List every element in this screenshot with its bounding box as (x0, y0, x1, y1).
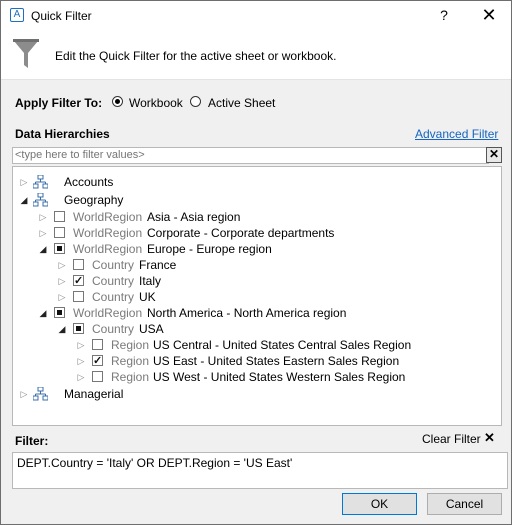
clear-filter-button[interactable]: Clear Filter (422, 432, 481, 446)
clear-filter-icon[interactable]: ✕ (484, 430, 495, 446)
tree-item-managerial[interactable]: ▷ Managerial (13, 386, 493, 402)
tree-item-geography[interactable]: ◢ Geography (13, 192, 493, 208)
expand-arrow-icon[interactable]: ▷ (77, 369, 85, 385)
cancel-button[interactable]: Cancel (427, 493, 502, 515)
active-sheet-radio-label[interactable]: Active Sheet (208, 96, 275, 110)
expand-arrow-icon[interactable]: ▷ (58, 257, 66, 273)
collapse-arrow-icon[interactable]: ◢ (58, 321, 66, 337)
quick-filter-dialog: A Quick Filter ? ✕ Edit the Quick Filter… (0, 0, 512, 525)
dialog-header: Edit the Quick Filter for the active she… (1, 31, 511, 80)
expand-arrow-icon[interactable]: ▷ (77, 353, 85, 369)
tree-item-label: Corporate - Corporate departments (147, 226, 335, 240)
level-label: WorldRegion (73, 210, 143, 224)
tree-checkbox[interactable] (92, 339, 103, 350)
header-description: Edit the Quick Filter for the active she… (55, 49, 337, 63)
tree-item-europe[interactable]: ◢ WorldRegion Europe - Europe region (13, 241, 493, 257)
tree-item-label: Accounts (64, 175, 114, 189)
tree-item-us-east[interactable]: ▷ Region US East - United States Eastern… (13, 353, 493, 369)
tree-checkbox[interactable] (73, 323, 84, 334)
level-label: Country (92, 290, 135, 304)
title-bar: A Quick Filter ? ✕ (1, 1, 511, 31)
level-label: Region (111, 338, 150, 352)
expand-arrow-icon[interactable]: ▷ (58, 289, 66, 305)
tree-item-label: USA (139, 322, 164, 336)
filter-label: Filter: (15, 434, 49, 448)
tree-item-label: US West - United States Western Sales Re… (153, 370, 406, 384)
tree-checkbox[interactable] (54, 227, 65, 238)
data-hierarchies-label: Data Hierarchies (15, 127, 110, 141)
level-label: WorldRegion (73, 306, 143, 320)
tree-item-usa[interactable]: ◢ Country USA (13, 321, 493, 337)
tree-item-label: Managerial (64, 387, 124, 401)
tree-item-asia[interactable]: ▷ WorldRegion Asia - Asia region (13, 209, 493, 225)
expand-arrow-icon[interactable]: ▷ (39, 209, 47, 225)
expand-arrow-icon[interactable]: ▷ (20, 386, 28, 402)
tree-checkbox[interactable] (73, 291, 84, 302)
tree-item-north-america[interactable]: ◢ WorldRegion North America - North Amer… (13, 305, 493, 321)
filter-values-input[interactable] (12, 147, 489, 164)
workbook-radio[interactable] (112, 96, 123, 107)
close-button[interactable]: ✕ (478, 4, 500, 26)
level-label: Region (111, 370, 150, 384)
hierarchy-icon (33, 387, 48, 401)
hierarchy-icon (33, 175, 48, 189)
tree-item-label: US Central - United States Central Sales… (153, 338, 412, 352)
tree-item-label: Asia - Asia region (147, 210, 241, 224)
collapse-arrow-icon[interactable]: ◢ (39, 305, 47, 321)
ok-button[interactable]: OK (342, 493, 417, 515)
funnel-icon (13, 39, 39, 68)
tree-item-us-west[interactable]: ▷ Region US West - United States Western… (13, 369, 493, 385)
tree-item-label: UK (139, 290, 156, 304)
tree-item-label: Europe - Europe region (147, 242, 272, 256)
tree-checkbox[interactable] (73, 259, 84, 270)
help-button[interactable]: ? (433, 4, 455, 26)
tree-item-corporate[interactable]: ▷ WorldRegion Corporate - Corporate depa… (13, 225, 493, 241)
level-label: Region (111, 354, 150, 368)
hierarchy-icon (33, 193, 48, 207)
tree-item-accounts[interactable]: ▷ Accounts (13, 174, 493, 190)
collapse-arrow-icon[interactable]: ◢ (20, 192, 28, 208)
tree-item-label: North America - North America region (147, 306, 347, 320)
level-label: WorldRegion (73, 226, 143, 240)
tree-checkbox[interactable] (73, 273, 84, 289)
tree-checkbox[interactable] (54, 211, 65, 222)
expand-arrow-icon[interactable]: ▷ (39, 225, 47, 241)
expand-arrow-icon[interactable]: ▷ (77, 337, 85, 353)
app-icon: A (10, 8, 24, 22)
level-label: WorldRegion (73, 242, 143, 256)
level-label: Country (92, 274, 135, 288)
window-title: Quick Filter (31, 9, 92, 23)
tree-item-label: Geography (64, 193, 124, 207)
tree-checkbox[interactable] (92, 353, 103, 369)
tree-item-label: Italy (139, 274, 162, 288)
tree-checkbox[interactable] (54, 243, 65, 254)
tree-item-france[interactable]: ▷ Country France (13, 257, 493, 273)
filter-expression-box[interactable]: DEPT.Country = 'Italy' OR DEPT.Region = … (12, 452, 508, 489)
expand-arrow-icon[interactable]: ▷ (58, 273, 66, 289)
tree-item-italy[interactable]: ▷ Country Italy (13, 273, 493, 289)
advanced-filter-link[interactable]: Advanced Filter (415, 127, 498, 141)
tree-item-label: France (139, 258, 177, 272)
active-sheet-radio[interactable] (190, 96, 201, 107)
apply-filter-label: Apply Filter To: (15, 96, 103, 110)
hierarchy-tree: ▷ Accounts ◢ Geography ▷ WorldRegion Asi… (12, 166, 502, 426)
tree-item-uk[interactable]: ▷ Country UK (13, 289, 493, 305)
expand-arrow-icon[interactable]: ▷ (20, 174, 28, 190)
tree-item-label: US East - United States Eastern Sales Re… (153, 354, 400, 368)
clear-search-button[interactable]: ✕ (486, 147, 502, 163)
level-label: Country (92, 322, 135, 336)
workbook-radio-label[interactable]: Workbook (129, 96, 183, 110)
tree-checkbox[interactable] (54, 307, 65, 318)
tree-item-us-central[interactable]: ▷ Region US Central - United States Cent… (13, 337, 493, 353)
level-label: Country (92, 258, 135, 272)
collapse-arrow-icon[interactable]: ◢ (39, 241, 47, 257)
tree-checkbox[interactable] (92, 371, 103, 382)
